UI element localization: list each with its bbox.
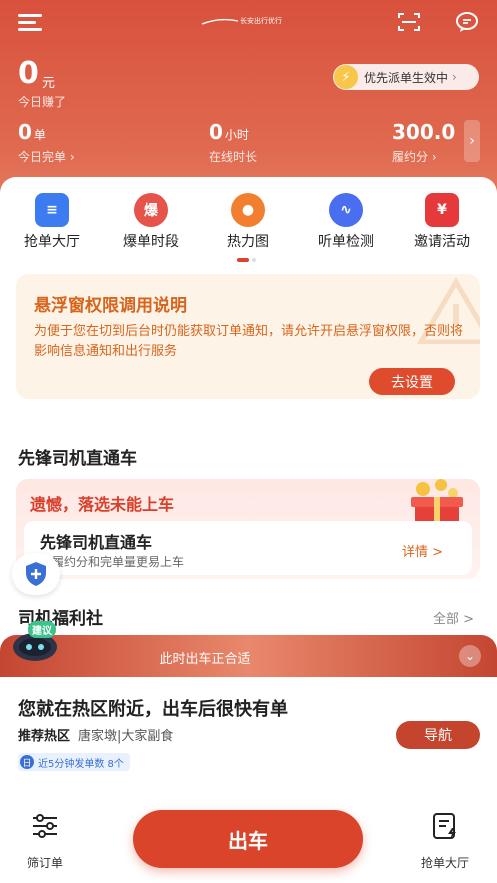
navigate-button[interactable]: 导航: [396, 721, 480, 749]
nav-item-grab-hall[interactable]: ≡ 抢单大厅: [7, 193, 97, 251]
start-driving-button[interactable]: 出车: [133, 810, 363, 868]
pioneer-inner-card: 先锋司机直通车 高履约分和完单量更易上车 详情 >: [24, 521, 472, 575]
chevron-right-icon: ›: [431, 150, 437, 164]
chevron-right-icon: ›: [469, 133, 475, 149]
pioneer-section-title: 先锋司机直通车: [18, 449, 137, 469]
chevron-right-icon: ›: [452, 70, 457, 84]
brand-logo-text: 长安出行优行: [240, 17, 282, 25]
nav-label: 爆单时段: [123, 234, 179, 250]
notice-title: 悬浮窗权限调用说明: [34, 296, 187, 316]
surge-time-icon: 爆: [134, 193, 168, 227]
order-count-text: 近5分钟发单数 8个: [38, 758, 124, 770]
heatmap-icon: ●: [231, 193, 265, 227]
filter-sliders-icon: [33, 814, 57, 838]
pioneer-result-text: 遗憾，落选未能上车: [30, 495, 175, 514]
chevron-right-icon: ›: [69, 150, 75, 164]
menu-icon[interactable]: [18, 14, 42, 32]
nav-label: 抢单大厅: [24, 234, 80, 250]
calendar-icon: 日: [20, 755, 34, 769]
stat-value: 300.0: [392, 120, 456, 144]
hot-zone-title: 您就在热区附近，出车后很快有单: [18, 699, 288, 720]
grab-order-icon: ≡: [35, 193, 69, 227]
filter-orders-button[interactable]: 筛订单: [15, 812, 75, 871]
pioneer-inner-subtitle: 高履约分和完单量更易上车: [40, 555, 185, 569]
nav-item-listen-check[interactable]: ∿ 听单检测: [301, 193, 391, 251]
grab-hall-label: 抢单大厅: [420, 856, 469, 870]
listen-check-icon: ∿: [329, 193, 363, 227]
expand-stats-button[interactable]: ›: [464, 120, 480, 162]
stat-label: 履约分: [392, 150, 429, 164]
earnings-value: 0: [18, 56, 39, 91]
earnings-label: 今日赚了: [18, 95, 67, 109]
shield-icon: [26, 562, 46, 586]
nav-label: 热力图: [227, 234, 269, 250]
hot-zone-areas: 唐家墩|大家副食: [78, 729, 174, 744]
grab-hall-button[interactable]: 抢单大厅: [415, 812, 475, 871]
stat-unit: 小时: [224, 128, 249, 142]
hot-zone-line: 推荐热区 唐家墩|大家副食: [18, 725, 173, 744]
stat-label: 在线时长: [209, 150, 258, 164]
order-count-tag: 日 近5分钟发单数 8个: [18, 753, 130, 771]
filter-orders-label: 筛订单: [26, 856, 63, 870]
welfare-more-link[interactable]: 全部 >: [433, 608, 474, 627]
stat-unit: 单: [33, 128, 46, 142]
pioneer-details-link[interactable]: 详情 >: [402, 541, 443, 560]
earnings-unit: 元: [42, 76, 56, 91]
nav-item-invite[interactable]: ¥ 邀请活动: [397, 193, 487, 251]
notice-body: 为便于您在切到后台时仍能获取订单通知，请允许开启悬浮窗权限，否则将影响信息通知和…: [34, 324, 464, 359]
go-settings-button[interactable]: 去设置: [369, 368, 455, 395]
scan-icon[interactable]: [397, 11, 421, 33]
message-icon[interactable]: [455, 11, 479, 33]
bolt-icon: ⚡: [334, 65, 358, 89]
nav-item-surge-time[interactable]: 爆 爆单时段: [106, 193, 196, 251]
safety-shield-button[interactable]: [12, 553, 60, 595]
grab-order-icon: [433, 813, 456, 839]
stat-performance-score[interactable]: 300.0 履约分 ›: [392, 120, 455, 165]
pioneer-inner-title: 先锋司机直通车: [40, 533, 153, 552]
suggestion-tag: 建议: [28, 621, 56, 638]
pioneer-card[interactable]: 遗憾，落选未能上车 先锋司机直通车 高履约分和完单量更易上车 详情 >: [16, 479, 480, 579]
stat-completed-orders[interactable]: 0单 今日完单 ›: [18, 120, 75, 165]
sheet-header-text: 此时出车正合适: [159, 652, 251, 667]
collapse-button[interactable]: ⌄: [459, 645, 481, 667]
stat-label: 今日完单: [18, 150, 67, 164]
nav-item-heatmap[interactable]: ● 热力图: [203, 193, 293, 251]
stat-online-hours: 0 小时 在线时长: [209, 120, 257, 165]
priority-dispatch-text: 优先派单生效中: [364, 70, 449, 85]
main-card: ≡ 抢单大厅 爆 爆单时段 ● 热力图 ∿ 听单检测 ¥ 邀请活动 悬浮窗权限调…: [0, 177, 497, 647]
nav-label: 听单检测: [318, 234, 374, 250]
stat-value: 0: [18, 120, 32, 144]
quick-nav: ≡ 抢单大厅 爆 爆单时段 ● 热力图 ∿ 听单检测 ¥ 邀请活动: [0, 193, 497, 253]
chevron-down-icon: ⌄: [464, 649, 476, 663]
priority-dispatch-pill[interactable]: ⚡ 优先派单生效中 ›: [333, 64, 479, 90]
invite-icon: ¥: [425, 193, 459, 227]
hot-zone-label: 推荐热区: [18, 729, 71, 744]
sheet-header: 此时出车正合适 ⌄: [0, 635, 497, 677]
stat-value: 0: [209, 120, 223, 144]
nav-label: 邀请活动: [414, 234, 470, 250]
floating-window-notice: 悬浮窗权限调用说明 为便于您在切到后台时仍能获取订单通知，请允许开启悬浮窗权限，…: [16, 274, 480, 399]
